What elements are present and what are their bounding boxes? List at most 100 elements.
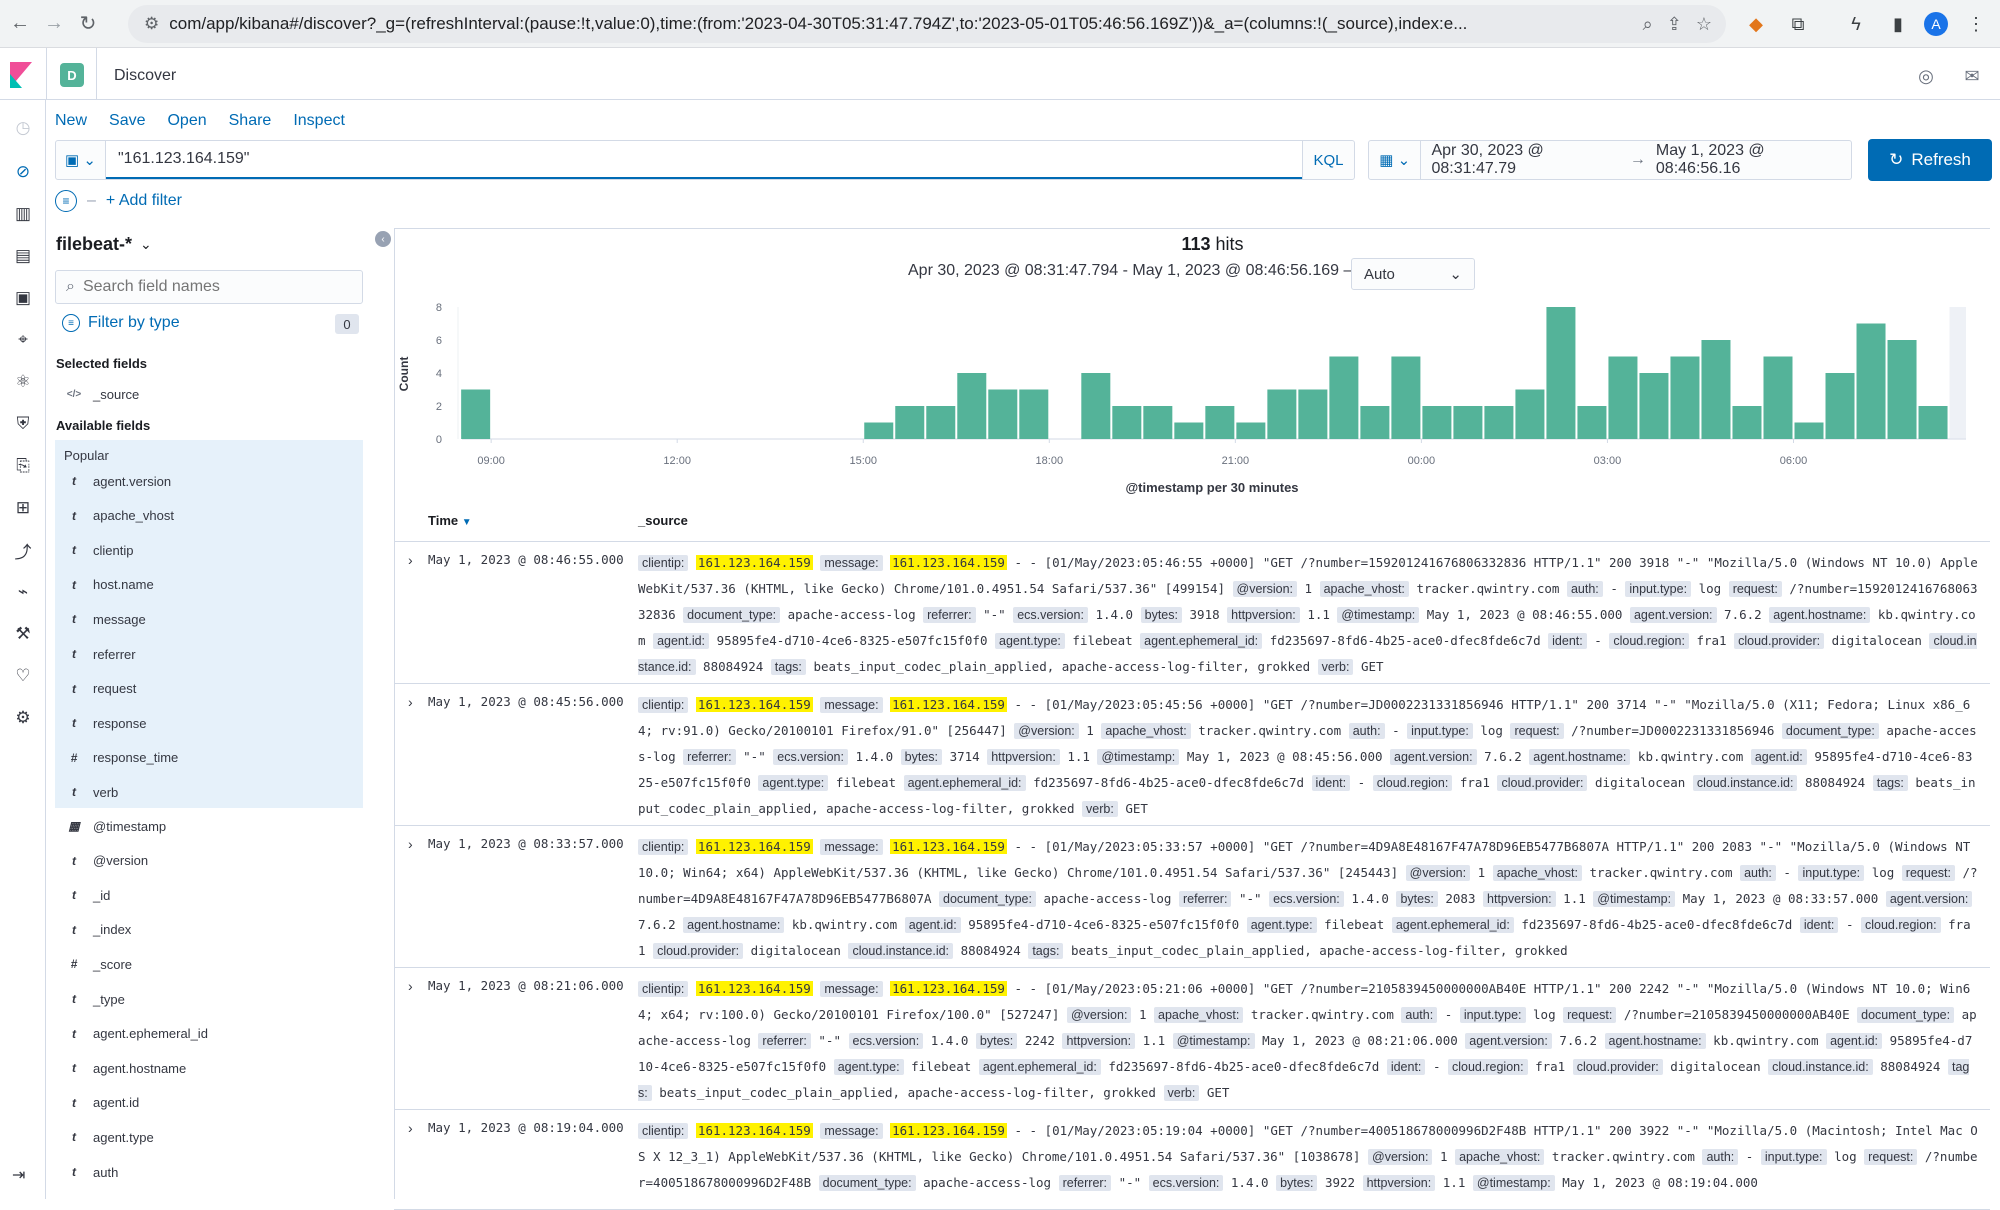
site-info-icon[interactable]: ⚙ bbox=[144, 14, 159, 34]
logs-icon[interactable]: ⎘ bbox=[11, 454, 35, 478]
source-field-key: agent.type: bbox=[995, 633, 1065, 649]
string-type-icon: t bbox=[72, 853, 76, 868]
source-field-value: tracker.qwintry.com bbox=[1198, 723, 1342, 738]
visualize-icon[interactable]: ▥ bbox=[11, 202, 35, 226]
field-item[interactable]: t host.name bbox=[55, 568, 363, 602]
field-item[interactable]: t _id bbox=[55, 878, 363, 912]
apm-icon[interactable]: ⤴ bbox=[11, 538, 35, 562]
add-filter-button[interactable]: + Add filter bbox=[106, 192, 182, 210]
field-item[interactable]: t agent.ephemeral_id bbox=[55, 1017, 363, 1051]
field-item[interactable]: t @version bbox=[55, 844, 363, 878]
table-row: › May 1, 2023 @ 08:19:04.000 clientip: 161… bbox=[394, 1110, 1990, 1210]
expand-row-icon[interactable]: › bbox=[408, 552, 413, 568]
quick-select-calendar-icon[interactable]: ▦ ⌄ bbox=[1369, 141, 1422, 179]
canvas-icon[interactable]: ▣ bbox=[11, 286, 35, 310]
metamask-extension-icon[interactable]: ◆ bbox=[1742, 10, 1770, 38]
inspect-button[interactable]: Inspect bbox=[293, 112, 345, 130]
field-item[interactable]: t referrer bbox=[55, 637, 363, 671]
source-field-value: kb.qwintry.com bbox=[1637, 749, 1744, 764]
source-field-value: 88084924 bbox=[703, 659, 764, 674]
filter-options-icon[interactable]: ≡ bbox=[55, 190, 77, 212]
field-item[interactable]: ▦ @timestamp bbox=[55, 809, 363, 843]
browser-menu-icon[interactable]: ⋮ bbox=[1962, 10, 1990, 38]
field-item[interactable]: </> _source bbox=[55, 377, 363, 411]
field-item[interactable]: t message bbox=[55, 602, 363, 636]
expand-row-icon[interactable]: › bbox=[408, 1120, 413, 1136]
uptime-icon[interactable]: ⌁ bbox=[11, 580, 35, 604]
sort-descending-icon[interactable]: ▼ bbox=[462, 517, 472, 528]
zoom-icon[interactable]: ⌕ bbox=[1643, 14, 1653, 35]
monitoring-icon[interactable]: ♡ bbox=[11, 664, 35, 688]
field-item[interactable]: t agent.hostname bbox=[55, 1051, 363, 1085]
source-field-value: 1.4.0 bbox=[1230, 1175, 1269, 1190]
discover-compass-icon[interactable]: ⊘ bbox=[11, 160, 35, 184]
expand-row-icon[interactable]: › bbox=[408, 836, 413, 852]
save-button[interactable]: Save bbox=[109, 112, 145, 130]
field-item[interactable]: t request bbox=[55, 672, 363, 706]
collapse-nav-icon[interactable]: ⇥ bbox=[12, 1165, 25, 1185]
extensions-puzzle-icon[interactable]: ⧉ bbox=[1784, 10, 1812, 38]
field-search-input[interactable] bbox=[82, 278, 362, 296]
maps-icon[interactable]: ⌖ bbox=[11, 328, 35, 352]
field-name: _id bbox=[93, 887, 111, 903]
reload-icon[interactable]: ↻ bbox=[74, 10, 102, 38]
back-icon[interactable]: ← bbox=[6, 10, 34, 38]
lightning-extension-icon[interactable]: ϟ bbox=[1842, 10, 1870, 38]
open-button[interactable]: Open bbox=[167, 112, 206, 130]
string-type-icon: t bbox=[72, 577, 76, 592]
source-field-value: May 1, 2023 @ 08:21:06.000 bbox=[1262, 1033, 1458, 1048]
expand-row-icon[interactable]: › bbox=[408, 978, 413, 994]
x-tick-label: 09:00 bbox=[477, 455, 505, 467]
new-button[interactable]: New bbox=[55, 112, 87, 130]
recent-clock-icon[interactable]: ◷ bbox=[11, 116, 35, 140]
field-item[interactable]: t _index bbox=[55, 913, 363, 947]
address-bar[interactable]: ⚙ com/app/kibana#/discover?_g=(refreshIn… bbox=[128, 5, 1726, 43]
ml-icon[interactable]: ⚛ bbox=[11, 370, 35, 394]
field-item[interactable]: t agent.type bbox=[55, 1120, 363, 1154]
histogram-bar bbox=[1732, 406, 1762, 439]
source-field-key: auth: bbox=[1740, 865, 1776, 881]
field-item[interactable]: t clientip bbox=[55, 533, 363, 567]
start-date[interactable]: Apr 30, 2023 @ 08:31:47.79 bbox=[1421, 142, 1629, 178]
siem-icon[interactable]: ⛨ bbox=[11, 412, 35, 436]
field-item[interactable]: # response_time bbox=[55, 741, 363, 775]
source-field-key: agent.version: bbox=[1885, 891, 1973, 907]
query-input[interactable] bbox=[106, 141, 1302, 179]
field-item[interactable]: t verb bbox=[55, 775, 363, 809]
kibana-logo-icon[interactable] bbox=[10, 62, 32, 88]
forward-icon[interactable]: → bbox=[40, 10, 68, 38]
filter-by-type-button[interactable]: ≡ Filter by type bbox=[62, 314, 180, 332]
source-field-value: apache-access-log bbox=[1043, 891, 1172, 906]
kql-toggle[interactable]: KQL bbox=[1302, 141, 1354, 179]
histogram-bar bbox=[1081, 373, 1111, 439]
expand-row-icon[interactable]: › bbox=[408, 694, 413, 710]
field-item[interactable]: t response bbox=[55, 706, 363, 740]
source-field-key: request: bbox=[1901, 865, 1955, 881]
saved-query-button[interactable]: ▣ ⌄ bbox=[56, 141, 106, 179]
interval-select[interactable]: Auto ⌄ bbox=[1351, 258, 1475, 290]
bookmark-star-icon[interactable]: ☆ bbox=[1696, 14, 1712, 35]
field-name: _index bbox=[93, 922, 132, 938]
field-item[interactable]: t auth bbox=[55, 1155, 363, 1189]
field-item[interactable]: t agent.id bbox=[55, 1086, 363, 1120]
source-field-key: bytes: bbox=[900, 749, 943, 765]
space-avatar[interactable]: D bbox=[60, 63, 84, 87]
help-icon[interactable]: ◎ bbox=[1914, 64, 1938, 88]
mail-icon[interactable]: ✉ bbox=[1960, 64, 1984, 88]
management-gear-icon[interactable]: ⚙ bbox=[11, 706, 35, 730]
source-field-value: 1.4.0 bbox=[930, 1033, 969, 1048]
field-item[interactable]: t apache_vhost bbox=[55, 499, 363, 533]
row-time: May 1, 2023 @ 08:45:56.000 bbox=[428, 694, 624, 709]
source-field-value: log bbox=[1871, 865, 1895, 880]
share-button[interactable]: Share bbox=[229, 112, 272, 130]
field-item[interactable]: # _score bbox=[55, 947, 363, 981]
field-item[interactable]: t _type bbox=[55, 982, 363, 1016]
end-date[interactable]: May 1, 2023 @ 08:46:56.16 bbox=[1646, 142, 1851, 178]
profile-avatar[interactable]: A bbox=[1924, 12, 1948, 36]
refresh-button[interactable]: ↻ Refresh bbox=[1868, 139, 1992, 181]
share-icon[interactable]: ⇪ bbox=[1667, 14, 1682, 35]
infrastructure-icon[interactable]: ⊞ bbox=[11, 496, 35, 520]
dev-tools-icon[interactable]: ⚒ bbox=[11, 622, 35, 646]
time-column-header[interactable]: Time ▼ bbox=[428, 513, 472, 528]
side-panel-icon[interactable]: ▮ bbox=[1884, 10, 1912, 38]
